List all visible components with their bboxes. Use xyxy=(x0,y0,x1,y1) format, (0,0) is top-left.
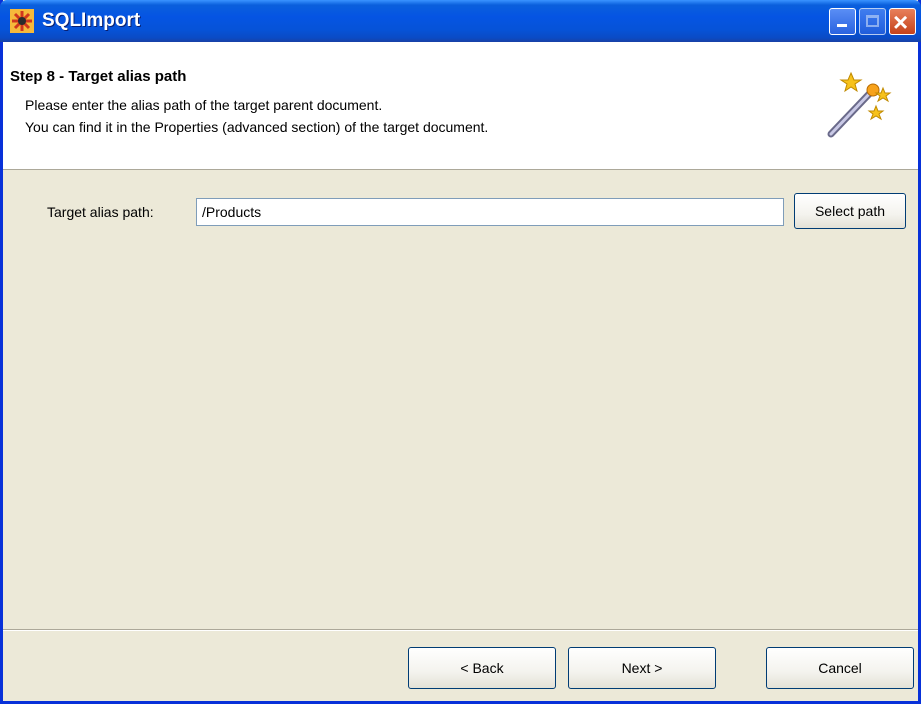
maximize-icon xyxy=(866,15,879,27)
step-description-line2: You can find it in the Properties (advan… xyxy=(25,119,489,135)
sqlimport-window: SQLImport × Step 8 - Target alias path P… xyxy=(0,0,921,704)
target-alias-path-label: Target alias path: xyxy=(47,204,154,220)
step-description-line1: Please enter the alias path of the targe… xyxy=(25,97,383,113)
next-button[interactable]: Next > xyxy=(568,647,716,689)
maximize-button[interactable] xyxy=(859,8,886,35)
footer-divider xyxy=(3,629,918,631)
close-button[interactable]: × xyxy=(889,7,916,37)
magic-wand-icon xyxy=(827,71,892,138)
wizard-header: Step 8 - Target alias path Please enter … xyxy=(3,42,918,170)
back-button[interactable]: < Back xyxy=(408,647,556,689)
minimize-icon xyxy=(837,24,847,27)
step-title: Step 8 - Target alias path xyxy=(10,68,187,85)
window-title: SQLImport xyxy=(42,10,141,31)
title-bar[interactable]: SQLImport × xyxy=(0,0,921,42)
minimize-button[interactable] xyxy=(829,8,856,35)
select-path-button[interactable]: Select path xyxy=(794,193,906,229)
app-icon xyxy=(10,9,34,33)
target-alias-path-input[interactable] xyxy=(196,198,784,226)
close-icon: × xyxy=(893,7,909,37)
cancel-button[interactable]: Cancel xyxy=(766,647,914,689)
